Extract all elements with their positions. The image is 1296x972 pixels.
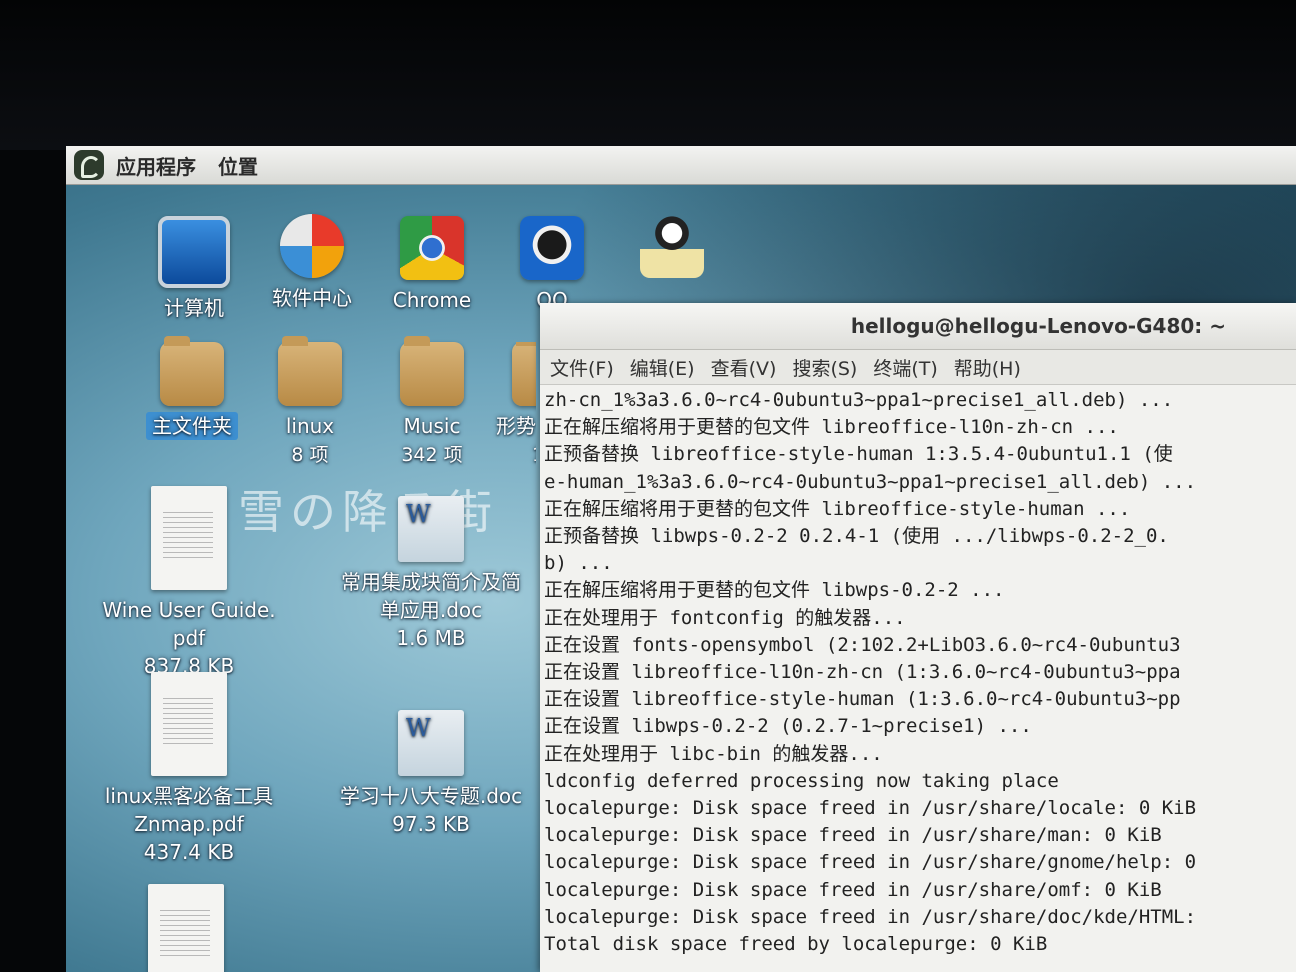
desktop-icon-chrome[interactable]: Chrome xyxy=(372,216,492,314)
pdf-file-icon xyxy=(151,486,227,590)
folder-label: 形势 xyxy=(496,414,536,438)
folder-icon xyxy=(278,336,342,406)
terminal-line: 正在设置 libreoffice-style-human (1:3.6.0~rc… xyxy=(544,688,1181,711)
monitor-bezel xyxy=(0,0,1296,150)
desktop-icon-software-center[interactable]: 软件中心 xyxy=(252,214,372,312)
pdf-file-icon xyxy=(151,672,227,776)
desktop-file-wine-guide[interactable]: Wine User Guide. pdf 837.8 KB xyxy=(94,486,284,680)
terminal-line: localepurge: Disk space freed in /usr/sh… xyxy=(544,824,1162,847)
menu-terminal[interactable]: 终端(T) xyxy=(873,354,937,381)
word-doc-icon: W xyxy=(398,710,464,776)
terminal-titlebar[interactable]: hellogu@hellogu-Lenovo-G480: ~ xyxy=(540,303,1296,350)
menu-places[interactable]: 位置 xyxy=(218,151,258,180)
folder-icon xyxy=(400,336,464,406)
terminal-line: ldconfig deferred processing now taking … xyxy=(544,769,1059,792)
folder-count: 1 xyxy=(476,440,536,470)
file-size: 1.6 MB xyxy=(396,626,466,650)
menu-view[interactable]: 查看(V) xyxy=(711,354,777,381)
terminal-line: e-human_1%3a3.6.0~rc4-0ubuntu3~ppa1~prec… xyxy=(544,470,1197,493)
folder-label: linux xyxy=(285,414,335,438)
file-name-line2: Znmap.pdf xyxy=(134,812,244,836)
terminal-line: localepurge: Disk space freed in /usr/sh… xyxy=(544,878,1162,901)
home-folder-icon xyxy=(160,336,224,406)
terminal-line: zh-cn_1%3a3.6.0~rc4-0ubuntu3~ppa1~precis… xyxy=(544,389,1174,411)
folder-label: 主文件夹 xyxy=(146,412,238,440)
terminal-line: 正在处理用于 fontconfig 的触发器... xyxy=(544,606,906,629)
software-center-icon xyxy=(280,214,344,278)
terminal-line: 正在设置 libreoffice-l10n-zh-cn (1:3.6.0~rc4… xyxy=(544,661,1181,684)
terminal-window[interactable]: hellogu@hellogu-Lenovo-G480: ~ 文件(F) 编辑(… xyxy=(540,303,1296,972)
word-doc-icon: W xyxy=(398,496,464,562)
desktop-icon-label: Chrome xyxy=(392,288,472,312)
terminal-line: b) ... xyxy=(544,552,613,575)
terminal-line: 正在解压缩将用于更替的包文件 libreoffice-l10n-zh-cn ..… xyxy=(544,416,1119,439)
file-name-line2: 单应用.doc xyxy=(379,598,483,622)
terminal-line: 正预备替换 libreoffice-style-human 1:3.5.4-0u… xyxy=(544,443,1173,466)
folder-count: 8 项 xyxy=(291,444,329,466)
desktop-file-partial[interactable] xyxy=(136,884,236,972)
folder-count: 342 项 xyxy=(401,444,463,466)
terminal-line: localepurge: Disk space freed in /usr/sh… xyxy=(544,851,1197,874)
desktop-file-znmap[interactable]: linux黑客必备工具 Znmap.pdf 437.4 KB xyxy=(94,672,284,866)
terminal-output[interactable]: zh-cn_1%3a3.6.0~rc4-0ubuntu3~ppa1~precis… xyxy=(540,387,1296,972)
terminal-line: localepurge: Disk space freed in /usr/sh… xyxy=(544,905,1197,928)
file-name-line1: 常用集成块简介及简 xyxy=(341,570,521,594)
desktop-folder-home[interactable]: 主文件夹 xyxy=(132,336,252,440)
folder-icon xyxy=(512,342,536,406)
computer-icon xyxy=(158,216,230,288)
terminal-line: 正在设置 fonts-opensymbol (2:102.2+LibO3.6.0… xyxy=(544,633,1181,656)
desktop-icon-qq-mail[interactable] xyxy=(612,214,732,284)
file-name-line1: linux黑客必备工具 xyxy=(104,784,274,808)
chrome-icon xyxy=(400,216,464,280)
terminal-line: 正预备替换 libwps-0.2-2 0.2.4-1 (使用 .../libwp… xyxy=(544,525,1169,548)
menu-search[interactable]: 搜索(S) xyxy=(792,354,857,381)
desktop-folder-linux[interactable]: linux 8 项 xyxy=(250,336,370,470)
terminal-line: localepurge: Disk space freed in /usr/sh… xyxy=(544,797,1197,820)
menu-applications[interactable]: 应用程序 xyxy=(116,151,196,180)
file-name-line2: pdf xyxy=(172,626,206,650)
file-name-line1: 学习十八大专题.doc xyxy=(339,784,523,808)
desktop-icon-computer[interactable]: 计算机 xyxy=(134,216,254,322)
desktop-folder-xingshi[interactable]: 形势 1 xyxy=(476,342,536,470)
desktop-icon-qq[interactable]: QQ xyxy=(492,216,612,314)
menu-file[interactable]: 文件(F) xyxy=(550,354,614,381)
terminal-line: 正在解压缩将用于更替的包文件 libreoffice-style-human .… xyxy=(544,497,1131,520)
file-name-line1: Wine User Guide. xyxy=(102,598,276,622)
desktop-file-study-doc[interactable]: W 学习十八大专题.doc 97.3 KB xyxy=(316,710,546,838)
desktop-icon-label: 软件中心 xyxy=(272,286,352,310)
desktop-file-ic-doc[interactable]: W 常用集成块简介及简 单应用.doc 1.6 MB xyxy=(316,496,546,652)
terminal-line: 正在处理用于 libc-bin 的触发器... xyxy=(544,742,883,765)
terminal-line: Total disk space freed by localepurge: 0… xyxy=(544,933,1048,956)
desktop-icon-label: 计算机 xyxy=(164,296,224,320)
ubuntu-logo-icon[interactable] xyxy=(74,150,104,180)
file-size: 437.4 KB xyxy=(143,840,235,864)
terminal-title: hellogu@hellogu-Lenovo-G480: ~ xyxy=(850,314,1226,338)
terminal-line: 正在解压缩将用于更替的包文件 libwps-0.2-2 ... xyxy=(544,579,1005,602)
pdf-file-icon xyxy=(148,884,224,972)
terminal-line: 正在设置 libwps-0.2-2 (0.2.7-1~precise1) ... xyxy=(544,715,1032,738)
terminal-menubar: 文件(F) 编辑(E) 查看(V) 搜索(S) 终端(T) 帮助(H) xyxy=(540,350,1296,385)
menu-edit[interactable]: 编辑(E) xyxy=(630,354,695,381)
qq-penguin-icon xyxy=(520,216,584,280)
menu-help[interactable]: 帮助(H) xyxy=(954,354,1021,381)
top-panel: 应用程序 位置 xyxy=(66,146,1296,185)
qq-mail-icon xyxy=(640,214,704,278)
desktop-folder-music[interactable]: Music 342 项 xyxy=(372,336,492,470)
folder-label: Music xyxy=(403,414,461,438)
file-size: 97.3 KB xyxy=(392,812,470,836)
